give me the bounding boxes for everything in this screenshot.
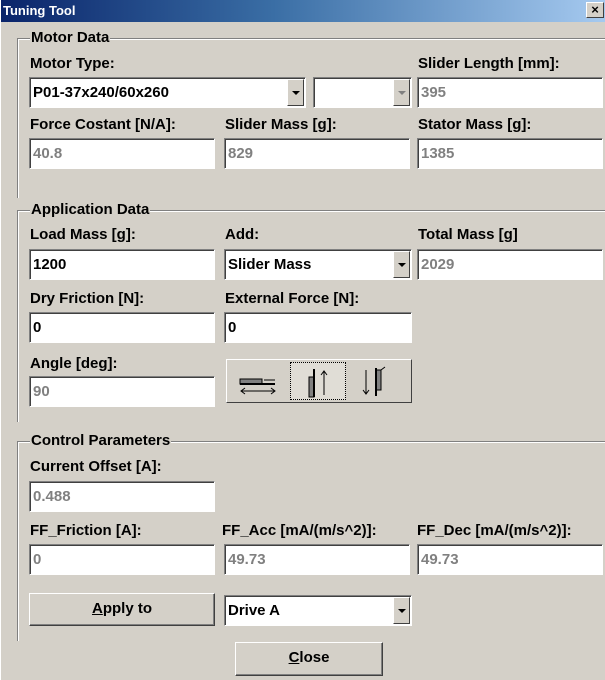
vertical-up-orientation-icon	[308, 369, 328, 398]
slider-length-field[interactable]: 395	[417, 77, 603, 108]
add-label: Add:	[225, 226, 260, 243]
chevron-down-icon[interactable]	[287, 79, 304, 106]
apply-rest: pply to	[102, 600, 152, 617]
horizontal-orientation-button[interactable]	[231, 362, 287, 400]
ff-friction-value: 0	[33, 551, 42, 568]
motor-type-label: Motor Type:	[30, 55, 115, 72]
chevron-down-icon[interactable]	[393, 79, 410, 106]
stator-mass-field[interactable]: 1385	[417, 138, 603, 169]
add-value: Slider Mass	[228, 256, 312, 273]
total-mass-field[interactable]: 2029	[417, 249, 603, 280]
current-offset-value: 0.488	[33, 488, 71, 505]
slider-mass-value: 829	[228, 145, 254, 162]
ff-dec-field[interactable]: 49.73	[417, 544, 603, 575]
vertical-down-orientation-icon	[362, 366, 386, 396]
slider-length-label: Slider Length [mm]:	[418, 55, 560, 72]
external-force-field[interactable]: 0	[224, 312, 412, 343]
ff-acc-field[interactable]: 49.73	[224, 544, 410, 575]
stator-mass-value: 1385	[421, 145, 455, 162]
slider-mass-label: Slider Mass [g]:	[225, 116, 337, 133]
load-mass-label: Load Mass [g]:	[30, 226, 136, 243]
apply-to-label: Apply to	[30, 600, 214, 618]
ff-dec-value: 49.73	[421, 551, 459, 568]
external-force-value: 0	[228, 319, 237, 336]
motor-data-title: Motor Data	[30, 29, 111, 46]
slider-mass-field[interactable]: 829	[224, 138, 410, 169]
add-select[interactable]: Slider Mass	[224, 249, 412, 280]
force-constant-label: Force Costant [N/A]:	[30, 116, 176, 133]
current-offset-field[interactable]: 0.488	[29, 481, 215, 512]
vertical-down-orientation-button[interactable]	[349, 362, 405, 400]
angle-field[interactable]: 90	[29, 376, 215, 407]
drive-value: Drive A	[228, 602, 280, 619]
ff-acc-label: FF_Acc [mA/(m/s^2)]:	[222, 522, 377, 539]
ff-acc-value: 49.73	[228, 551, 266, 568]
close-button[interactable]: Close	[235, 642, 383, 676]
current-offset-label: Current Offset [A]:	[30, 458, 162, 475]
apply-to-button[interactable]: Apply to	[29, 593, 215, 626]
close-mnemonic: C	[288, 649, 300, 666]
apply-mnemonic: A	[91, 600, 103, 617]
force-constant-value: 40.8	[33, 145, 63, 162]
slider-length-value: 395	[421, 84, 447, 101]
application-data-title: Application Data	[30, 201, 151, 218]
tuning-tool-dialog: Tuning Tool × Motor Data Motor Type: Sli…	[0, 0, 605, 680]
dry-friction-field[interactable]: 0	[29, 312, 215, 343]
vertical-up-orientation-button[interactable]	[290, 362, 346, 400]
external-force-label: External Force [N]:	[225, 290, 360, 307]
force-constant-field[interactable]: 40.8	[29, 138, 215, 169]
window-title: Tuning Tool	[3, 3, 76, 18]
close-rest: lose	[299, 649, 330, 666]
motor-type-select[interactable]: P01-37x240/60x260	[29, 77, 306, 108]
window-close-button[interactable]: ×	[586, 2, 604, 18]
ff-friction-label: FF_Friction [A]:	[30, 522, 142, 539]
drive-select[interactable]: Drive A	[224, 595, 412, 626]
total-mass-value: 2029	[421, 256, 455, 273]
motor-variant-select[interactable]	[313, 77, 412, 108]
total-mass-label: Total Mass [g]	[418, 226, 518, 243]
close-label: Close	[236, 649, 382, 667]
chevron-down-icon[interactable]	[393, 251, 410, 278]
stator-mass-label: Stator Mass [g]:	[418, 116, 532, 133]
dry-friction-label: Dry Friction [N]:	[30, 290, 145, 307]
load-mass-field[interactable]: 1200	[29, 249, 215, 280]
control-parameters-title: Control Parameters	[30, 432, 172, 449]
dry-friction-value: 0	[33, 319, 42, 336]
chevron-down-icon[interactable]	[393, 597, 410, 624]
ff-friction-field[interactable]: 0	[29, 544, 215, 575]
ff-dec-label: FF_Dec [mA/(m/s^2)]:	[417, 522, 572, 539]
title-bar[interactable]: Tuning Tool ×	[1, 0, 605, 22]
orientation-toggle-group	[226, 359, 412, 403]
motor-type-value: P01-37x240/60x260	[33, 84, 169, 101]
horizontal-orientation-icon	[239, 378, 276, 395]
angle-value: 90	[33, 383, 50, 400]
angle-label: Angle [deg]:	[30, 355, 118, 372]
load-mass-value: 1200	[33, 256, 67, 273]
